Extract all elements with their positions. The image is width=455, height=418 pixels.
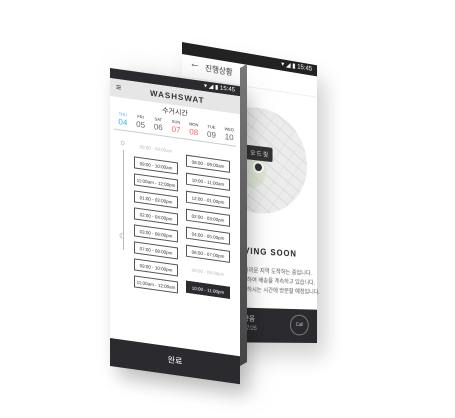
time-slot[interactable]: 01:00 - 02:00pm xyxy=(134,190,178,209)
time-slot[interactable]: 12:00 - 01:00pm xyxy=(186,190,230,209)
time-slot[interactable]: 04:00 - 05:00pm xyxy=(186,226,230,245)
pickup-time-screen: ▾ ◢ ▮ 15:45 ≡ WASHSWAT 수거시간 THU 04 FRI 05 SA… xyxy=(110,68,240,385)
day-item[interactable]: SAT 06 xyxy=(149,116,167,133)
time-slot[interactable]: 11:00am - 12:00am xyxy=(134,275,178,294)
time-slot[interactable]: 09:00 - 10:00pm xyxy=(134,258,178,277)
day-item[interactable]: WED 10 xyxy=(220,126,238,143)
day-date: 08 xyxy=(189,127,199,138)
day-item[interactable]: THU 04 xyxy=(114,111,132,128)
phone-side-edge xyxy=(240,63,247,366)
time-slot[interactable]: 10:00 - 11:00am xyxy=(186,172,230,191)
day-item[interactable]: FRI 05 xyxy=(132,113,150,130)
day-date: 06 xyxy=(153,122,163,133)
time-slot[interactable]: 10:00 - 11:00pm xyxy=(186,280,230,299)
location-marker-icon xyxy=(253,160,264,174)
day-date: 05 xyxy=(136,119,146,130)
time-slot[interactable]: 06:00 - 07:00pm xyxy=(186,244,230,263)
time-slot[interactable]: 09:00 - 10:00am xyxy=(134,156,178,175)
day-date: 04 xyxy=(118,117,128,128)
time-slot: 08:00 - 09:00pm xyxy=(186,262,230,281)
front-phone-mockup: ▾ ◢ ▮ 15:45 ≡ WASHSWAT 수거시간 THU 04 FRI 05 SA… xyxy=(110,63,247,385)
day-date: 07 xyxy=(171,124,181,135)
moon-icon: ☾ xyxy=(119,231,127,242)
time-slot[interactable]: 02:00 - 04:00pm xyxy=(134,207,178,226)
time-slot[interactable]: 11:00am - 12:00pm xyxy=(134,173,178,192)
day-item[interactable]: SUN 07 xyxy=(167,118,185,135)
status-time: 15:45 xyxy=(297,63,313,73)
day-item[interactable]: TUE 09 xyxy=(203,123,221,140)
time-slot[interactable]: 08:00 - 09:00am xyxy=(186,154,230,173)
time-slot[interactable]: 07:00 - 08:00pm xyxy=(134,241,178,260)
day-date: 09 xyxy=(207,129,216,140)
time-slot[interactable]: 03:00 - 06:00pm xyxy=(134,224,178,243)
day-item[interactable]: MON 08 xyxy=(185,121,203,138)
time-slot[interactable]: 02:00 - 03:00pm xyxy=(186,208,230,227)
day-date: 10 xyxy=(224,132,234,143)
time-slot: 08:00 - 09:00am xyxy=(134,139,178,158)
menu-icon[interactable]: ≡ xyxy=(116,82,121,93)
status-time: 15:45 xyxy=(219,85,235,94)
sun-icon: ☼ xyxy=(119,137,127,148)
call-button[interactable]: Call xyxy=(289,314,309,336)
brand-title: WASHSWAT xyxy=(150,88,205,106)
